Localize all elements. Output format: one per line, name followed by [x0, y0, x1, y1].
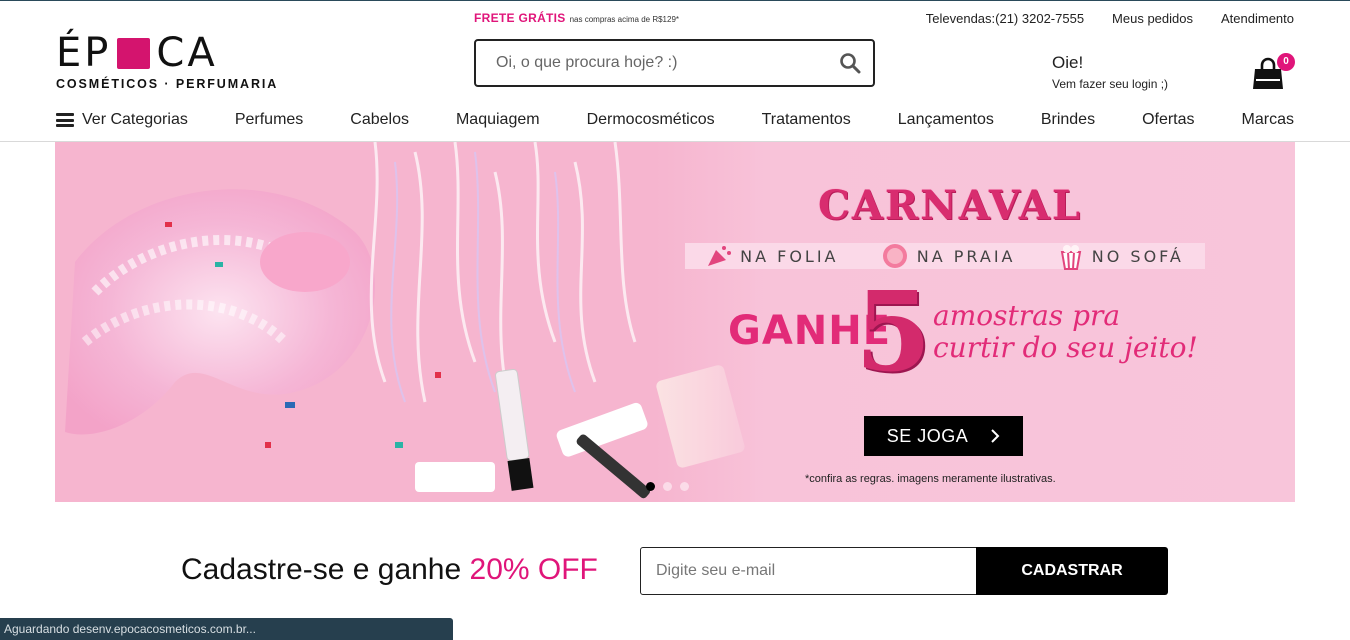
banner-title: CARNAVAL	[818, 182, 1082, 229]
nav-item-cabelos[interactable]: Cabelos	[350, 111, 409, 129]
banner-rules: *confira as regras. imagens meramente il…	[805, 473, 1056, 485]
login-area[interactable]: Oie! Vem fazer seu login ;)	[1052, 53, 1168, 91]
free-shipping-label: FRETE GRÁTIS	[474, 11, 566, 25]
cadastrar-button[interactable]: CADASTRAR	[976, 547, 1168, 595]
nav-item-brindes[interactable]: Brindes	[1041, 111, 1095, 129]
nav-item-lancamentos[interactable]: Lançamentos	[898, 111, 994, 129]
carousel-dot-3[interactable]	[680, 482, 689, 491]
main-nav: Ver Categorias Perfumes Cabelos Maquiage…	[56, 105, 1294, 135]
free-shipping-promo: FRETE GRÁTIS nas compras acima de R$129*	[474, 11, 679, 25]
newsletter-text: Cadastre-se e ganhe 20% OFF	[181, 553, 598, 587]
cart-button[interactable]: 0	[1252, 53, 1295, 89]
logo-tagline: COSMÉTICOS · PERFUMARIA	[56, 77, 279, 91]
search-input[interactable]	[496, 54, 839, 72]
hamburger-icon	[56, 113, 74, 127]
carousel-dots	[646, 482, 689, 491]
logo-square-icon	[117, 37, 151, 69]
se-joga-label: SE JOGA	[886, 425, 969, 446]
newsletter-email-box	[640, 547, 977, 595]
nav-item-ofertas[interactable]: Ofertas	[1142, 111, 1194, 129]
banner-subtitle: amostras pra curtir do seu jeito!	[933, 300, 1198, 364]
categories-label: Ver Categorias	[82, 111, 188, 128]
sun-icon	[882, 244, 907, 268]
popcorn-icon	[1060, 245, 1081, 270]
newsletter-lead: Cadastre-se e ganhe	[181, 553, 470, 586]
nav-item-perfumes[interactable]: Perfumes	[235, 111, 303, 129]
banner-number: 5	[855, 267, 932, 396]
browser-status-bar: Aguardando desenv.epocacosmeticos.com.br…	[0, 618, 453, 640]
logo-wordmark: ÉP CA	[56, 30, 280, 76]
newsletter-discount: 20% OFF	[469, 553, 598, 586]
occasion-folia-label: NA FOLIA	[740, 246, 839, 266]
login-prompt[interactable]: Vem fazer seu login ;)	[1052, 77, 1168, 91]
nav-item-tratamentos[interactable]: Tratamentos	[762, 111, 851, 129]
top-links: Televendas:(21) 3202-7555 Meus pedidos A…	[926, 11, 1294, 26]
chevron-right-icon	[991, 429, 1000, 443]
newsletter-email-input[interactable]	[656, 562, 976, 580]
carousel-dot-2[interactable]	[663, 482, 672, 491]
free-shipping-detail: nas compras acima de R$129*	[569, 15, 679, 24]
login-greeting: Oie!	[1052, 53, 1084, 72]
logo-text-left: ÉP	[56, 30, 112, 76]
nav-item-marcas[interactable]: Marcas	[1242, 111, 1294, 129]
occasion-sofa: NO SOFÁ	[1058, 242, 1184, 270]
banner-subtitle-line1: amostras pra	[933, 299, 1121, 332]
occasion-praia-label: NA PRAIA	[916, 246, 1016, 266]
atendimento-link[interactable]: Atendimento	[1221, 11, 1294, 26]
party-popper-icon	[708, 246, 732, 266]
banner-occasions: NA FOLIA NA PRAIA NO SOFÁ	[685, 242, 1205, 270]
site-logo[interactable]: ÉP CA COSMÉTICOS · PERFUMARIA	[56, 30, 280, 93]
categories-menu[interactable]: Ver Categorias	[56, 111, 188, 129]
carnival-decoration-image	[55, 142, 755, 502]
nav-item-maquiagem[interactable]: Maquiagem	[456, 111, 540, 129]
carousel-dot-1[interactable]	[646, 482, 655, 491]
nav-item-dermocosmeticos[interactable]: Dermocosméticos	[587, 111, 715, 129]
hero-banner[interactable]: CARNAVAL NA FOLIA NA PRAIA NO SOFÁ GANHE…	[55, 142, 1295, 502]
occasion-praia: NA PRAIA	[881, 242, 1016, 270]
search-icon[interactable]	[839, 52, 861, 74]
logo-text-right: CA	[156, 30, 218, 76]
page: ÉP CA COSMÉTICOS · PERFUMARIA FRETE GRÁTI…	[0, 0, 1350, 640]
occasion-folia: NA FOLIA	[706, 244, 838, 268]
banner-subtitle-line2: curtir do seu jeito!	[933, 331, 1198, 364]
occasion-sofa-label: NO SOFÁ	[1091, 246, 1184, 266]
televendas-link[interactable]: Televendas:(21) 3202-7555	[926, 11, 1084, 26]
meus-pedidos-link[interactable]: Meus pedidos	[1112, 11, 1193, 26]
search-box	[474, 39, 875, 87]
se-joga-button[interactable]: SE JOGA	[864, 416, 1023, 456]
cart-count-badge: 0	[1277, 53, 1295, 71]
